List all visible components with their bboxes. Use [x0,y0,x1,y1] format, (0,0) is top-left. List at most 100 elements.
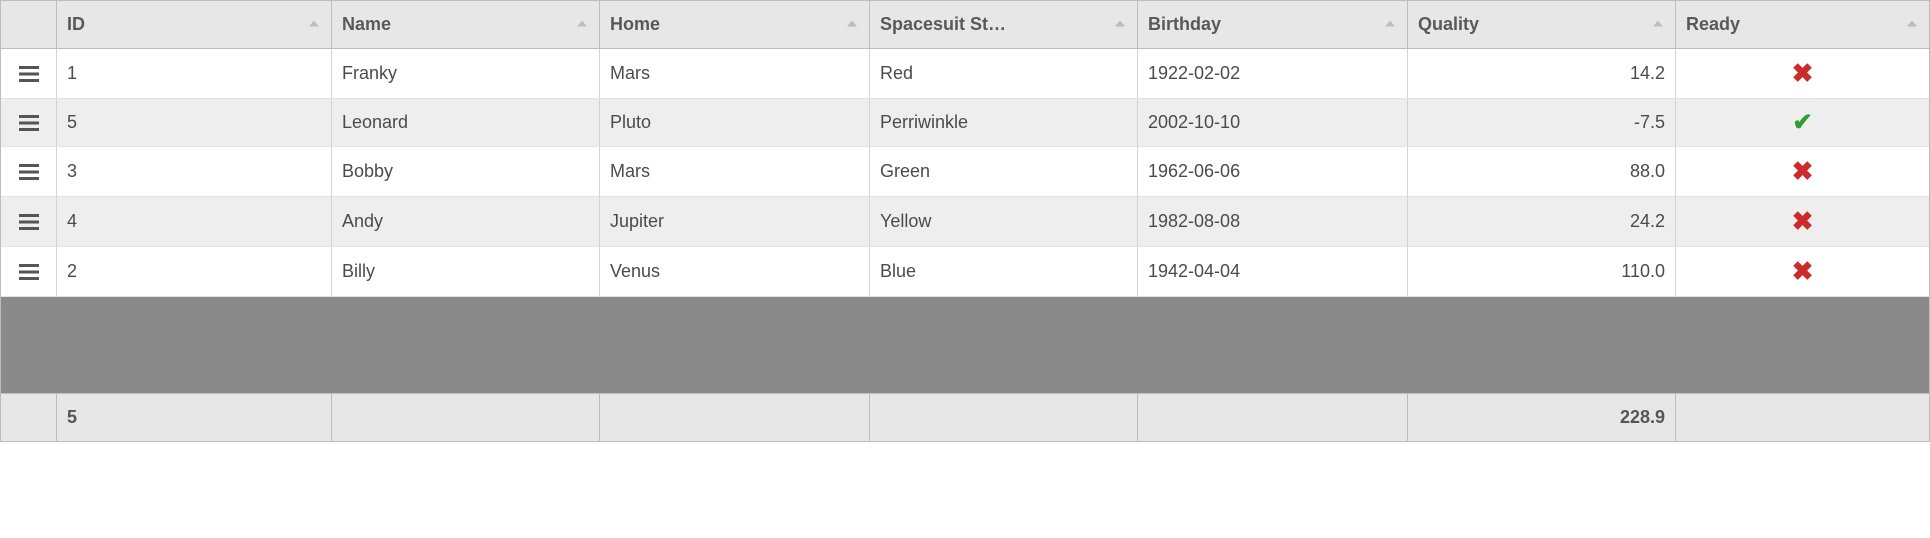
header-label-name: Name [342,14,391,35]
cell-ready: ✖ [1676,247,1929,296]
cell-spacesuit-value: Blue [880,261,916,282]
cell-ready: ✖ [1676,49,1929,98]
cell-home: Pluto [600,99,870,146]
drag-handle-icon [17,64,41,84]
sort-asc-icon[interactable] [1651,14,1665,35]
header-label-birthday: Birthday [1148,14,1221,35]
header-cell-home[interactable]: Home [600,1,870,48]
sort-asc-icon[interactable] [1383,14,1397,35]
cell-home: Venus [600,247,870,296]
table-row[interactable]: 2 Billy Venus Blue 1942-04-04 110.0 ✖ [1,247,1929,297]
cell-id: 2 [57,247,332,296]
cell-home-value: Mars [610,161,650,182]
cell-name: Billy [332,247,600,296]
cell-birthday: 1962-06-06 [1138,147,1408,196]
cell-quality: 24.2 [1408,197,1676,246]
footer-cell-spacesuit [870,394,1138,441]
cell-name-value: Billy [342,261,375,282]
cell-quality-value: 24.2 [1630,211,1665,232]
cell-id-value: 5 [67,112,77,133]
sort-asc-icon[interactable] [575,14,589,35]
cell-id-value: 4 [67,211,77,232]
header-label-spacesuit: Spacesuit St… [880,14,1006,35]
sort-asc-icon[interactable] [845,14,859,35]
cell-quality-value: -7.5 [1634,112,1665,133]
header-cell-ready[interactable]: Ready [1676,1,1929,48]
sort-asc-icon[interactable] [1113,14,1127,35]
cell-birthday-value: 1962-06-06 [1148,161,1240,182]
cell-birthday-value: 1942-04-04 [1148,261,1240,282]
header-label-home: Home [610,14,660,35]
footer-cell-count: 5 [57,394,332,441]
drag-handle[interactable] [1,197,57,246]
cell-quality-value: 110.0 [1621,261,1665,282]
cell-spacesuit: Red [870,49,1138,98]
table-footer-row: 5 228.9 [1,393,1929,441]
cross-icon: ✖ [1792,156,1814,187]
cell-id-value: 3 [67,161,77,182]
header-cell-birthday[interactable]: Birthday [1138,1,1408,48]
cell-ready: ✖ [1676,147,1929,196]
footer-cell-quality-sum: 228.9 [1408,394,1676,441]
cell-birthday: 1922-02-02 [1138,49,1408,98]
cross-icon: ✖ [1792,58,1814,89]
table-row[interactable]: 4AndyJupiterYellow1982-08-0824.2✖ [1,197,1929,247]
drag-handle[interactable] [1,99,57,146]
table-row[interactable]: 1 Franky Mars Red 1922-02-02 14.2 ✖ [1,49,1929,99]
header-label-quality: Quality [1418,14,1479,35]
drag-handle-icon [17,113,41,133]
footer-cell-birthday [1138,394,1408,441]
cell-spacesuit: Yellow [870,197,1138,246]
footer-count-value: 5 [67,407,77,428]
cell-birthday-value: 2002-10-10 [1148,112,1240,133]
cell-quality: 110.0 [1408,247,1676,296]
cell-name: Andy [332,197,600,246]
cell-spacesuit-value: Red [880,63,913,84]
cell-spacesuit: Green [870,147,1138,196]
cell-name: Leonard [332,99,600,146]
header-cell-spacesuit[interactable]: Spacesuit St… [870,1,1138,48]
table-body: 1 Franky Mars Red 1922-02-02 14.2 ✖ 5 LeonardPlu… [1,49,1929,297]
drag-handle-icon [17,212,41,232]
cell-quality-value: 88.0 [1630,161,1665,182]
cell-quality: -7.5 [1408,99,1676,146]
drag-handle[interactable] [1,247,57,296]
cell-id: 3 [57,147,332,196]
footer-cell-ready [1676,394,1929,441]
drag-handle[interactable] [1,147,57,196]
cell-ready: ✖ [1676,197,1929,246]
cell-name-value: Franky [342,63,397,84]
cell-quality-value: 14.2 [1630,63,1665,84]
drag-handle[interactable] [1,49,57,98]
cell-birthday: 1982-08-08 [1138,197,1408,246]
footer-cell-home [600,394,870,441]
table-header-row: ID Name Home Spacesuit St… Birthday [1,1,1929,49]
cell-spacesuit-value: Perriwinkle [880,112,968,133]
cell-quality: 88.0 [1408,147,1676,196]
table-row[interactable]: 5LeonardPlutoPerriwinkle2002-10-10-7.5✔ [1,99,1929,147]
cell-id: 5 [57,99,332,146]
cell-home-value: Venus [610,261,660,282]
cell-home-value: Mars [610,63,650,84]
table-empty-space [1,297,1929,393]
header-cell-handle [1,1,57,48]
sort-asc-icon[interactable] [1905,14,1919,35]
cell-spacesuit-value: Green [880,161,930,182]
sort-asc-icon[interactable] [307,14,321,35]
cell-name-value: Andy [342,211,383,232]
header-cell-quality[interactable]: Quality [1408,1,1676,48]
cross-icon: ✖ [1792,206,1814,237]
data-table: ID Name Home Spacesuit St… Birthday [0,0,1930,442]
cell-quality: 14.2 [1408,49,1676,98]
cell-spacesuit: Blue [870,247,1138,296]
header-cell-id[interactable]: ID [57,1,332,48]
cell-id-value: 1 [67,63,77,84]
header-label-ready: Ready [1686,14,1740,35]
table-row[interactable]: 3BobbyMarsGreen1962-06-0688.0✖ [1,147,1929,197]
cell-birthday-value: 1982-08-08 [1148,211,1240,232]
footer-cell-name [332,394,600,441]
drag-handle-icon [17,262,41,282]
cell-id: 1 [57,49,332,98]
cell-birthday: 2002-10-10 [1138,99,1408,146]
header-cell-name[interactable]: Name [332,1,600,48]
